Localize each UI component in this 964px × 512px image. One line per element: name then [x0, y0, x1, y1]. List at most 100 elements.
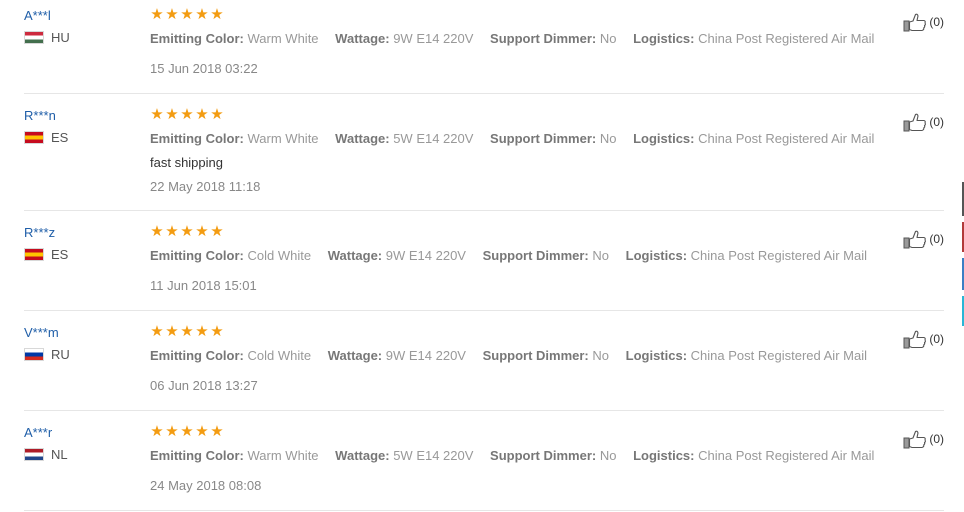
star-icon: ★ — [210, 223, 224, 240]
attr-label: Emitting Color: — [150, 448, 244, 463]
product-attributes: Emitting Color: Warm White Wattage: 9W E… — [150, 31, 887, 46]
star-rating: ★ ★ ★ ★ ★ — [150, 224, 224, 240]
attr-logistics: Logistics: China Post Registered Air Mai… — [633, 448, 874, 463]
attr-label: Wattage: — [335, 131, 390, 146]
attr-value: China Post Registered Air Mail — [698, 31, 875, 46]
star-icon: ★ — [195, 223, 209, 240]
attr-label: Logistics: — [633, 131, 695, 146]
thumbs-up-icon[interactable] — [903, 229, 927, 249]
attr-value: Warm White — [247, 448, 319, 463]
star-icon: ★ — [210, 323, 224, 340]
star-icon: ★ — [180, 323, 194, 340]
reviewer-country: NL — [24, 446, 68, 462]
attr-wattage: Wattage: 9W E14 220V — [328, 248, 466, 263]
review-date: 22 May 2018 11:18 — [150, 179, 261, 194]
attr-label: Support Dimmer: — [482, 348, 589, 363]
reviewer-name[interactable]: V***m — [24, 325, 59, 340]
reviewer-name[interactable]: R***z — [24, 225, 55, 240]
like-button[interactable]: (0) — [903, 12, 944, 32]
review-item: R***z ES ★ ★ ★ ★ ★ Emitting Color: Cold Whit… — [24, 224, 944, 311]
attr-label: Support Dimmer: — [490, 131, 597, 146]
attr-value: Cold White — [247, 248, 312, 263]
attr-value: China Post Registered Air Mail — [698, 448, 875, 463]
attr-value: 5W E14 220V — [393, 448, 474, 463]
country-code: NL — [51, 446, 68, 462]
attr-label: Emitting Color: — [150, 248, 244, 263]
country-code: RU — [51, 346, 70, 362]
attr-value: No — [592, 248, 610, 263]
attr-support-dimmer: Support Dimmer: No — [490, 448, 616, 463]
attr-value: 9W E14 220V — [385, 248, 466, 263]
review-item: A***r NL ★ ★ ★ ★ ★ Emitting Color: Warm Whit… — [24, 424, 944, 511]
star-rating: ★ ★ ★ ★ ★ — [150, 324, 224, 340]
reviewer-country: ES — [24, 129, 69, 145]
thumbs-up-icon[interactable] — [903, 112, 927, 132]
star-rating: ★ ★ ★ ★ ★ — [150, 7, 224, 23]
reviewer-country: HU — [24, 29, 70, 45]
star-icon: ★ — [180, 223, 194, 240]
star-icon: ★ — [150, 423, 164, 440]
thumbs-up-icon[interactable] — [903, 12, 927, 32]
star-icon: ★ — [210, 423, 224, 440]
attr-emitting-color: Emitting Color: Warm White — [150, 131, 319, 146]
star-icon: ★ — [150, 6, 164, 23]
star-rating: ★ ★ ★ ★ ★ — [150, 424, 224, 440]
country-code: HU — [51, 29, 70, 45]
product-attributes: Emitting Color: Warm White Wattage: 5W E… — [150, 131, 887, 146]
review-date: 24 May 2018 08:08 — [150, 478, 262, 493]
review-text: fast shipping — [150, 155, 223, 170]
star-icon: ★ — [180, 6, 194, 23]
attr-emitting-color: Emitting Color: Warm White — [150, 31, 319, 46]
attr-value: China Post Registered Air Mail — [690, 248, 867, 263]
attr-label: Logistics: — [625, 248, 688, 263]
attr-logistics: Logistics: China Post Registered Air Mai… — [626, 348, 867, 363]
like-button[interactable]: (0) — [903, 429, 944, 449]
flag-icon — [24, 30, 44, 44]
country-code: ES — [51, 129, 69, 145]
thumbs-up-icon[interactable] — [903, 429, 927, 449]
country-code: ES — [51, 246, 69, 262]
like-count: (0) — [929, 432, 944, 446]
reviewer-name[interactable]: A***l — [24, 8, 51, 23]
like-button[interactable]: (0) — [903, 112, 944, 132]
reviewer-country: RU — [24, 346, 70, 362]
star-icon: ★ — [165, 106, 179, 123]
attr-label: Wattage: — [327, 348, 383, 363]
attr-wattage: Wattage: 5W E14 220V — [335, 131, 473, 146]
attr-label: Support Dimmer: — [482, 248, 589, 263]
attr-wattage: Wattage: 9W E14 220V — [335, 31, 473, 46]
attr-value: 9W E14 220V — [393, 31, 474, 46]
reviewer-name[interactable]: R***n — [24, 108, 56, 123]
like-count: (0) — [929, 15, 944, 29]
attr-value: 9W E14 220V — [385, 348, 466, 363]
attr-logistics: Logistics: China Post Registered Air Mai… — [633, 131, 874, 146]
attr-logistics: Logistics: China Post Registered Air Mai… — [626, 248, 867, 263]
attr-value: No — [599, 448, 617, 463]
attr-label: Logistics: — [633, 448, 695, 463]
attr-label: Emitting Color: — [150, 348, 244, 363]
review-date: 15 Jun 2018 03:22 — [150, 61, 258, 76]
attr-label: Emitting Color: — [150, 31, 244, 46]
review-item: V***m RU ★ ★ ★ ★ ★ Emitting Color: Cold Whit… — [24, 324, 944, 411]
attr-label: Logistics: — [633, 31, 695, 46]
attr-support-dimmer: Support Dimmer: No — [483, 348, 609, 363]
star-icon: ★ — [195, 106, 209, 123]
attr-value: Cold White — [247, 348, 312, 363]
star-icon: ★ — [195, 6, 209, 23]
attr-support-dimmer: Support Dimmer: No — [483, 248, 609, 263]
attr-emitting-color: Emitting Color: Warm White — [150, 448, 319, 463]
thumbs-up-icon[interactable] — [903, 329, 927, 349]
attr-wattage: Wattage: 5W E14 220V — [335, 448, 473, 463]
flag-icon — [24, 247, 44, 261]
star-rating: ★ ★ ★ ★ ★ — [150, 107, 224, 123]
like-button[interactable]: (0) — [903, 229, 944, 249]
star-icon: ★ — [165, 323, 179, 340]
reviewer-name[interactable]: A***r — [24, 425, 52, 440]
like-button[interactable]: (0) — [903, 329, 944, 349]
attr-support-dimmer: Support Dimmer: No — [490, 131, 616, 146]
star-icon: ★ — [180, 106, 194, 123]
flag-icon — [24, 130, 44, 144]
attr-support-dimmer: Support Dimmer: No — [490, 31, 616, 46]
review-date: 06 Jun 2018 13:27 — [150, 378, 258, 393]
attr-value: No — [599, 31, 617, 46]
